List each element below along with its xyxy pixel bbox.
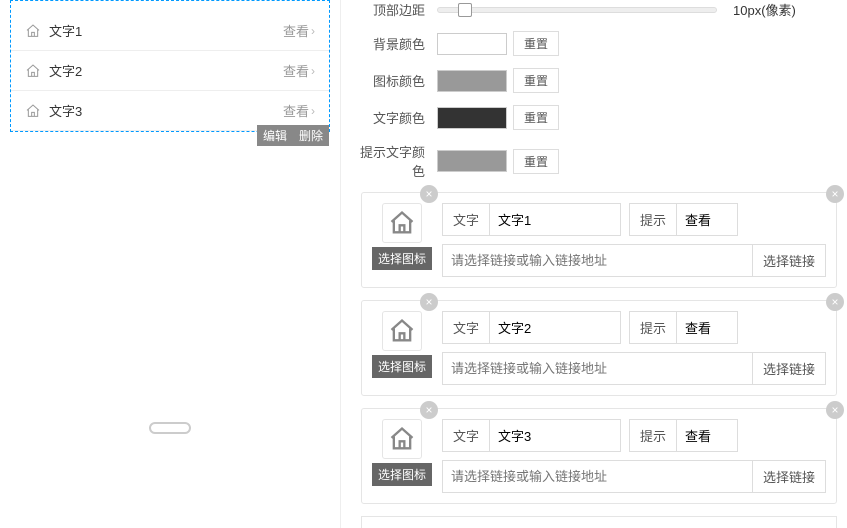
chevron-right-icon: › [311, 104, 315, 118]
chevron-right-icon: › [311, 24, 315, 38]
item-card: ××选择图标文字提示选择链接 [361, 408, 837, 504]
edit-button[interactable]: 编辑 [257, 125, 293, 146]
phone-home-bar [0, 412, 340, 444]
link-input[interactable] [442, 244, 752, 277]
properties-panel: 顶部边距 10px(像素) 背景颜色 重置 图标颜色 重置 文字颜色 重置 提示… [340, 0, 847, 528]
select-link-button[interactable]: 选择链接 [752, 460, 826, 493]
icon-preview[interactable] [382, 311, 422, 351]
remove-item-button[interactable]: × [826, 185, 844, 203]
preview-canvas[interactable]: 文字1 查看› 文字2 查看› 文字3 查看› 编辑 删除 [10, 0, 330, 132]
reset-button[interactable]: 重置 [513, 105, 559, 130]
preview-item-hint: 查看 [283, 21, 309, 40]
select-icon-button[interactable]: 选择图标 [372, 463, 432, 486]
select-icon-button[interactable]: 选择图标 [372, 247, 432, 270]
remove-icon-button[interactable]: × [420, 293, 438, 311]
hint-label: 提示 [630, 312, 677, 343]
house-icon [25, 63, 41, 79]
preview-item-text: 文字2 [49, 61, 82, 80]
hint-input[interactable] [677, 420, 737, 451]
remove-item-button[interactable]: × [826, 401, 844, 419]
slider-thumb[interactable] [458, 3, 472, 17]
hint-color-label: 提示文字颜色 [351, 142, 431, 180]
icon-preview[interactable] [382, 419, 422, 459]
house-icon [25, 103, 41, 119]
text-color-swatch[interactable] [437, 107, 507, 129]
remove-icon-button[interactable]: × [420, 401, 438, 419]
home-button[interactable] [149, 422, 191, 434]
bg-color-label: 背景颜色 [351, 34, 431, 53]
margin-top-label: 顶部边距 [351, 0, 431, 19]
preview-item-hint: 查看 [283, 61, 309, 80]
select-link-button[interactable]: 选择链接 [752, 352, 826, 385]
link-input[interactable] [442, 352, 752, 385]
text-input[interactable] [490, 420, 620, 451]
reset-button[interactable]: 重置 [513, 149, 559, 174]
preview-item-hint: 查看 [283, 101, 309, 120]
select-link-button[interactable]: 选择链接 [752, 244, 826, 277]
text-color-label: 文字颜色 [351, 108, 431, 127]
text-label: 文字 [443, 312, 490, 343]
reset-button[interactable]: 重置 [513, 31, 559, 56]
bg-color-swatch[interactable] [437, 33, 507, 55]
remove-icon-button[interactable]: × [420, 185, 438, 203]
hint-input[interactable] [677, 312, 737, 343]
house-icon [25, 23, 41, 39]
select-icon-button[interactable]: 选择图标 [372, 355, 432, 378]
icon-preview[interactable] [382, 203, 422, 243]
hint-input[interactable] [677, 204, 737, 235]
preview-item[interactable]: 文字2 查看› [11, 51, 329, 91]
chevron-right-icon: › [311, 64, 315, 78]
remove-item-button[interactable]: × [826, 293, 844, 311]
preview-item-text: 文字1 [49, 21, 82, 40]
text-input[interactable] [490, 312, 620, 343]
icon-color-swatch[interactable] [437, 70, 507, 92]
margin-top-slider[interactable] [437, 7, 717, 13]
hint-color-swatch[interactable] [437, 150, 507, 172]
text-label: 文字 [443, 420, 490, 451]
margin-top-value: 10px(像素) [733, 0, 796, 19]
link-input[interactable] [442, 460, 752, 493]
add-item-button[interactable]: +添加一个 [361, 516, 837, 528]
hint-label: 提示 [630, 420, 677, 451]
preview-panel: 文字1 查看› 文字2 查看› 文字3 查看› 编辑 删除 [0, 0, 340, 528]
preview-item-text: 文字3 [49, 101, 82, 120]
item-card: ××选择图标文字提示选择链接 [361, 192, 837, 288]
hint-label: 提示 [630, 204, 677, 235]
preview-item[interactable]: 文字1 查看› [11, 11, 329, 51]
preview-item[interactable]: 文字3 查看› 编辑 删除 [11, 91, 329, 131]
icon-color-label: 图标颜色 [351, 71, 431, 90]
reset-button[interactable]: 重置 [513, 68, 559, 93]
item-card: ××选择图标文字提示选择链接 [361, 300, 837, 396]
text-label: 文字 [443, 204, 490, 235]
delete-button[interactable]: 删除 [293, 125, 329, 146]
text-input[interactable] [490, 204, 620, 235]
